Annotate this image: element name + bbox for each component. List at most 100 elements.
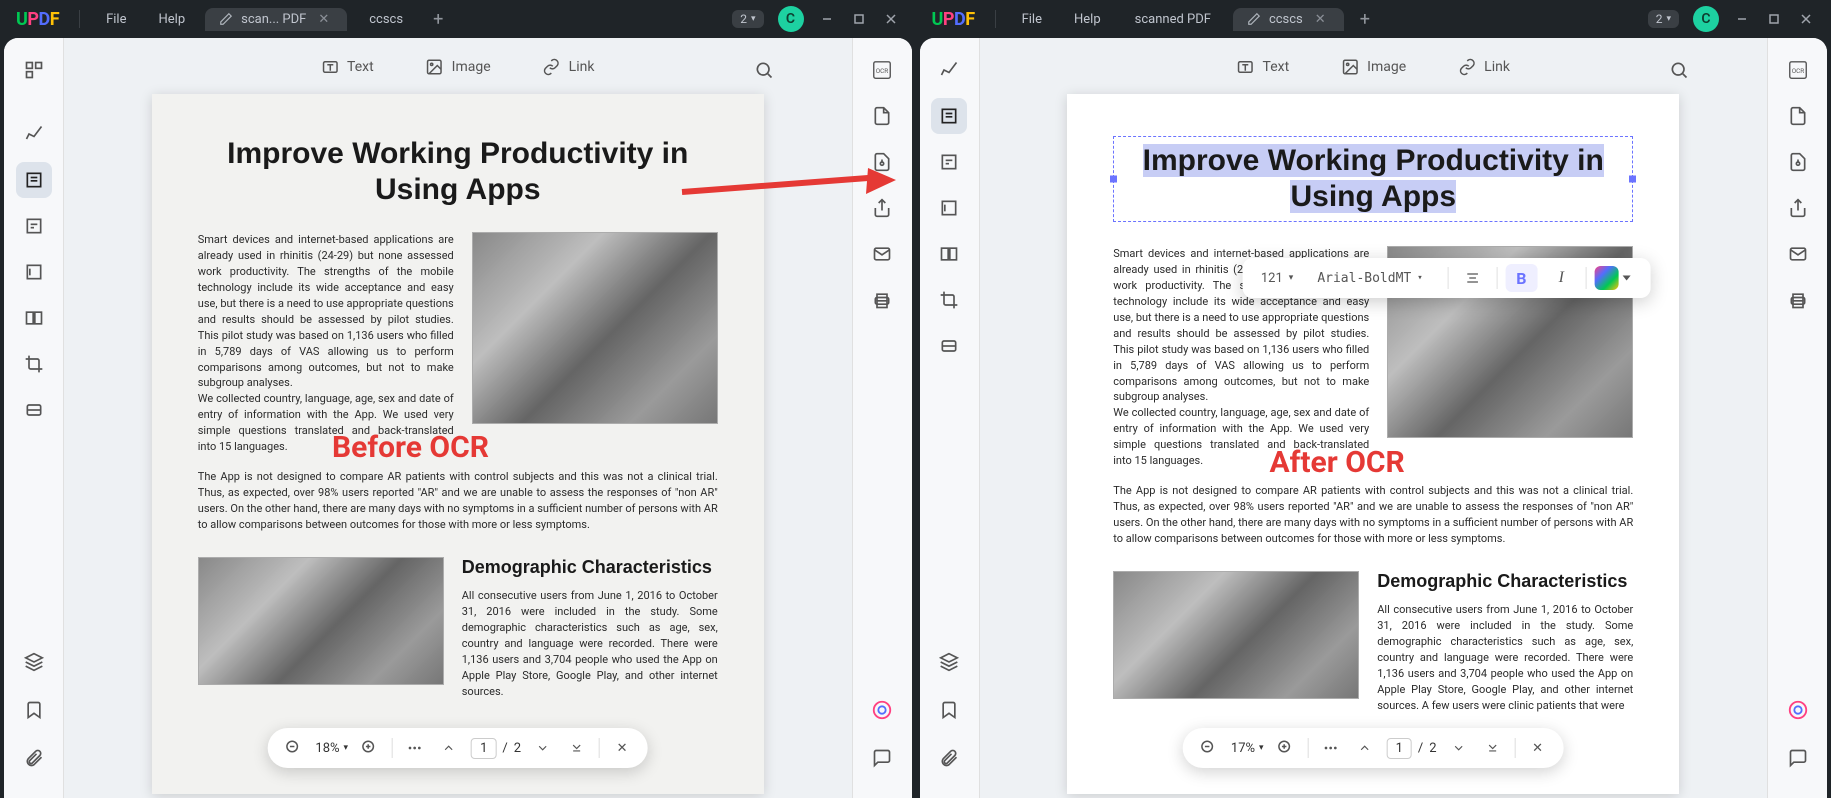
search-button[interactable] [746, 52, 782, 88]
print-icon[interactable] [1780, 282, 1816, 318]
share-icon[interactable] [864, 190, 900, 226]
prev-page-button[interactable] [1353, 736, 1377, 760]
add-tab-button[interactable]: + [423, 9, 453, 30]
color-picker-button[interactable] [1594, 266, 1618, 290]
edit-icon[interactable] [16, 162, 52, 198]
ai-icon[interactable] [1780, 692, 1816, 728]
last-page-button[interactable] [1481, 736, 1505, 760]
text-edit-selection[interactable]: Improve Working Productivity in Using Ap… [1113, 136, 1633, 222]
tab-scanned-pdf[interactable]: scanned PDF [1121, 8, 1225, 31]
zoom-level[interactable]: 17% ▾ [1231, 741, 1264, 756]
close-button[interactable] [1797, 10, 1815, 28]
font-size-select[interactable]: 121 ▾ [1253, 265, 1301, 292]
text-tool[interactable]: Text [309, 52, 386, 82]
bookmark-icon[interactable] [931, 692, 967, 728]
close-controls-button[interactable]: ✕ [1526, 736, 1550, 760]
close-icon[interactable]: ✕ [314, 12, 333, 27]
tab-ccscs[interactable]: ccscs [355, 8, 417, 31]
chat-icon[interactable] [864, 740, 900, 776]
bookmark-icon[interactable] [16, 692, 52, 728]
minimize-button[interactable] [818, 10, 836, 28]
font-family-select[interactable]: Arial-BoldMT ▾ [1309, 265, 1439, 292]
email-icon[interactable] [1780, 236, 1816, 272]
view-mode-button[interactable] [1319, 736, 1343, 760]
ai-icon[interactable] [864, 692, 900, 728]
add-tab-button[interactable]: + [1350, 9, 1380, 30]
next-page-button[interactable] [531, 736, 555, 760]
attachment-icon[interactable] [16, 740, 52, 776]
edit-icon[interactable] [931, 98, 967, 134]
text-tool[interactable]: Text [1225, 52, 1302, 82]
zoom-in-button[interactable] [358, 736, 382, 760]
zoom-out-button[interactable] [281, 736, 305, 760]
paragraph-3[interactable]: All consecutive users from June 1, 2016 … [1377, 602, 1633, 714]
resize-handle-left[interactable] [1110, 176, 1117, 183]
search-button[interactable] [1661, 52, 1697, 88]
layers-icon[interactable] [931, 644, 967, 680]
avatar[interactable]: C [778, 6, 804, 32]
bold-button[interactable]: B [1505, 264, 1537, 292]
attachment-icon[interactable] [931, 740, 967, 776]
next-page-button[interactable] [1447, 736, 1471, 760]
page-title-editable[interactable]: Improve Working Productivity in Using Ap… [1143, 144, 1604, 213]
menu-help[interactable]: Help [144, 8, 199, 31]
close-controls-button[interactable]: ✕ [610, 736, 634, 760]
crop-icon[interactable] [931, 282, 967, 318]
page-icon-2[interactable] [931, 144, 967, 180]
view-mode-button[interactable] [403, 736, 427, 760]
protect-icon[interactable] [1780, 144, 1816, 180]
document-viewport-right[interactable]: Text Image Link Improve Working Producti… [980, 38, 1768, 798]
notification-badge[interactable]: 2 ▾ [1648, 10, 1679, 28]
page-icon-2[interactable] [16, 208, 52, 244]
file-icon[interactable] [1780, 98, 1816, 134]
section-heading[interactable]: Demographic Characteristics [1377, 571, 1633, 592]
close-icon[interactable]: ✕ [1311, 12, 1330, 27]
tab-scanned-pdf[interactable]: scan... PDF ✕ [205, 8, 347, 31]
zoom-out-button[interactable] [1197, 736, 1221, 760]
zoom-in-button[interactable] [1274, 736, 1298, 760]
email-icon[interactable] [864, 236, 900, 272]
organize-icon[interactable] [931, 236, 967, 272]
zoom-level[interactable]: 18% ▾ [315, 741, 348, 756]
minimize-button[interactable] [1733, 10, 1751, 28]
notification-badge[interactable]: 2 ▾ [732, 10, 763, 28]
menu-file[interactable]: File [92, 8, 140, 31]
protect-icon[interactable] [864, 144, 900, 180]
menu-help[interactable]: Help [1060, 8, 1115, 31]
align-button[interactable] [1456, 264, 1488, 292]
image-tool[interactable]: Image [1329, 52, 1418, 82]
link-tool[interactable]: Link [1446, 52, 1522, 82]
tab-ccscs[interactable]: ccscs ✕ [1233, 8, 1344, 31]
thumbnails-icon[interactable] [16, 52, 52, 88]
form-icon[interactable] [931, 190, 967, 226]
redact-icon[interactable] [931, 328, 967, 364]
form-icon[interactable] [16, 254, 52, 290]
ocr-icon[interactable]: OCR [864, 52, 900, 88]
close-button[interactable] [882, 10, 900, 28]
resize-handle-right[interactable] [1629, 176, 1636, 183]
link-tool[interactable]: Link [531, 52, 607, 82]
page-input[interactable]: 1 [471, 738, 496, 759]
chat-icon[interactable] [1780, 740, 1816, 776]
crop-icon[interactable] [16, 346, 52, 382]
prev-page-button[interactable] [437, 736, 461, 760]
article-image-2[interactable] [1113, 571, 1359, 699]
menu-file[interactable]: File [1008, 8, 1056, 31]
ocr-icon[interactable]: OCR [1780, 52, 1816, 88]
page-input[interactable]: 1 [1387, 738, 1412, 759]
avatar[interactable]: C [1693, 6, 1719, 32]
last-page-button[interactable] [565, 736, 589, 760]
layers-icon[interactable] [16, 644, 52, 680]
italic-button[interactable]: I [1545, 264, 1577, 292]
redact-icon[interactable] [16, 392, 52, 428]
image-tool[interactable]: Image [414, 52, 503, 82]
comment-icon[interactable] [931, 52, 967, 88]
maximize-button[interactable] [1765, 10, 1783, 28]
document-viewport-left[interactable]: Text Image Link Improve Working Producti… [64, 38, 852, 798]
print-icon[interactable] [864, 282, 900, 318]
file-icon[interactable] [864, 98, 900, 134]
comment-icon[interactable] [16, 116, 52, 152]
paragraph-2[interactable]: The App is not designed to compare AR pa… [1113, 483, 1633, 547]
share-icon[interactable] [1780, 190, 1816, 226]
organize-icon[interactable] [16, 300, 52, 336]
